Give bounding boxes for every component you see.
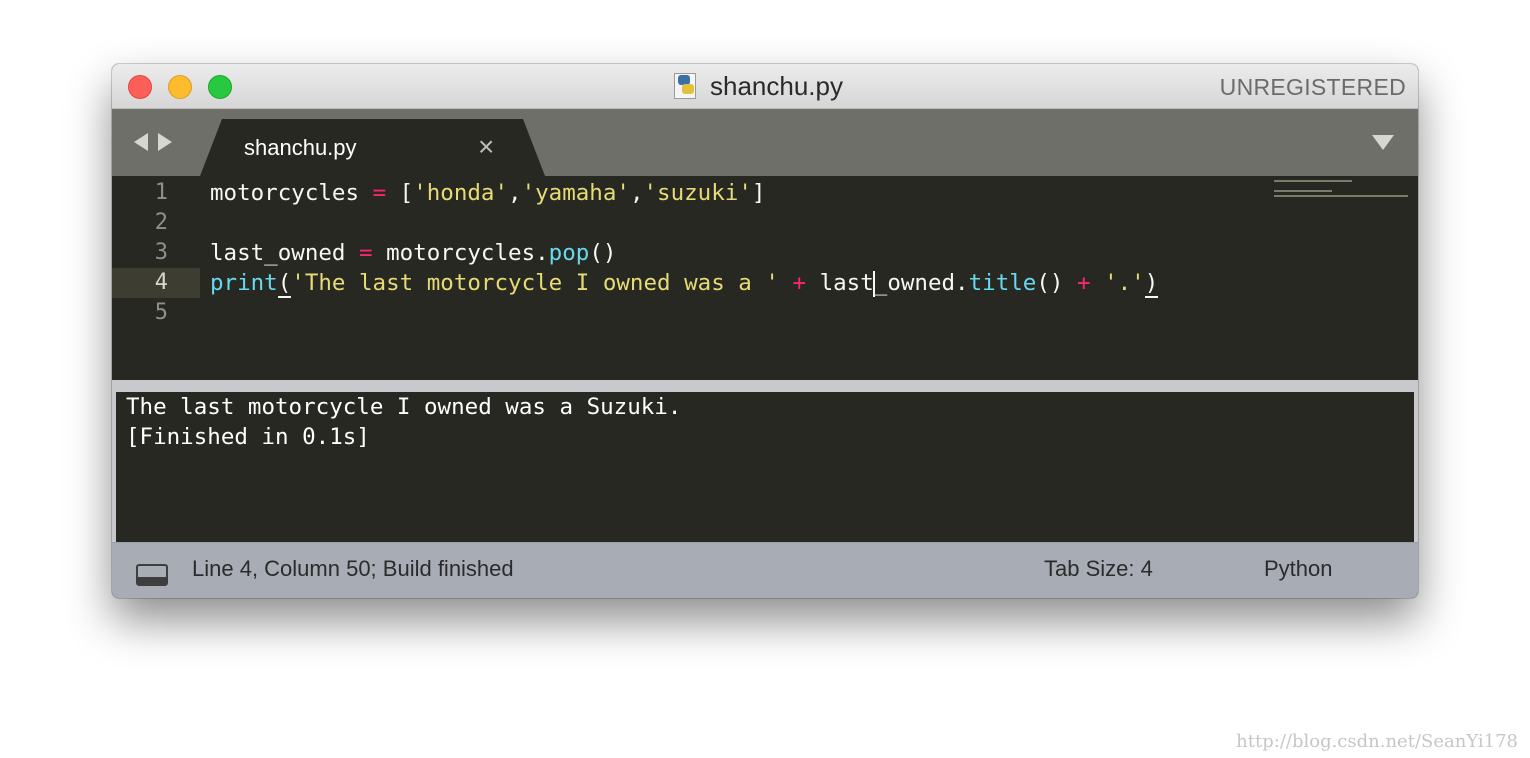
- output-line: The last motorcycle I owned was a Suzuki…: [126, 394, 682, 420]
- line-number: 5: [154, 300, 168, 325]
- close-window-button[interactable]: [128, 75, 152, 99]
- syntax-selector[interactable]: Python: [1264, 556, 1333, 582]
- tab-label: shanchu.py: [244, 135, 357, 160]
- title-bar: shanchu.py UNREGISTERED: [112, 64, 1418, 109]
- editor-window: shanchu.py UNREGISTERED shanchu.py × 1 2…: [112, 64, 1418, 598]
- build-output-panel: The last motorcycle I owned was a Suzuki…: [112, 392, 1418, 542]
- tab-shanchu-py[interactable]: shanchu.py ×: [200, 119, 545, 176]
- window-title: shanchu.py: [710, 70, 843, 101]
- build-output[interactable]: The last motorcycle I owned was a Suzuki…: [116, 392, 1414, 542]
- tab-size-selector[interactable]: Tab Size: 4: [1044, 556, 1153, 582]
- forward-arrow-icon[interactable]: [158, 133, 172, 151]
- minimize-window-button[interactable]: [168, 75, 192, 99]
- code-editor[interactable]: 1 2 3 4 5 motorcycles = ['honda','yamaha…: [112, 176, 1418, 380]
- code-line-1[interactable]: motorcycles = ['honda','yamaha','suzuki'…: [210, 178, 765, 208]
- line-number: 3: [154, 240, 168, 265]
- cursor-position-status: Line 4, Column 50; Build finished: [192, 556, 514, 581]
- tab-bar: shanchu.py ×: [112, 109, 1418, 176]
- license-status: UNREGISTERED: [1219, 74, 1406, 100]
- minimap[interactable]: [1274, 180, 1414, 200]
- tab-navigation: [134, 133, 172, 151]
- watermark: http://blog.csdn.net/SeanYi178: [1236, 731, 1518, 752]
- back-arrow-icon[interactable]: [134, 133, 148, 151]
- panel-toggle-icon[interactable]: [136, 564, 168, 586]
- line-number-active: 4: [112, 268, 200, 298]
- tab-list-dropdown-icon[interactable]: [1372, 135, 1394, 150]
- window-title-group: shanchu.py: [672, 70, 843, 102]
- line-number: 1: [154, 180, 168, 205]
- tab-close-icon[interactable]: ×: [478, 133, 494, 161]
- panel-splitter[interactable]: [112, 380, 1418, 392]
- python-file-icon: [672, 71, 700, 101]
- status-bar: Line 4, Column 50; Build finished Tab Si…: [112, 542, 1418, 598]
- zoom-window-button[interactable]: [208, 75, 232, 99]
- line-number-gutter: 1 2 3 4 5: [112, 176, 200, 380]
- line-number: 2: [154, 210, 168, 235]
- code-line-4[interactable]: print('The last motorcycle I owned was a…: [210, 268, 1159, 298]
- output-line: [Finished in 0.1s]: [126, 424, 370, 450]
- code-line-3[interactable]: last_owned = motorcycles.pop(): [210, 238, 616, 268]
